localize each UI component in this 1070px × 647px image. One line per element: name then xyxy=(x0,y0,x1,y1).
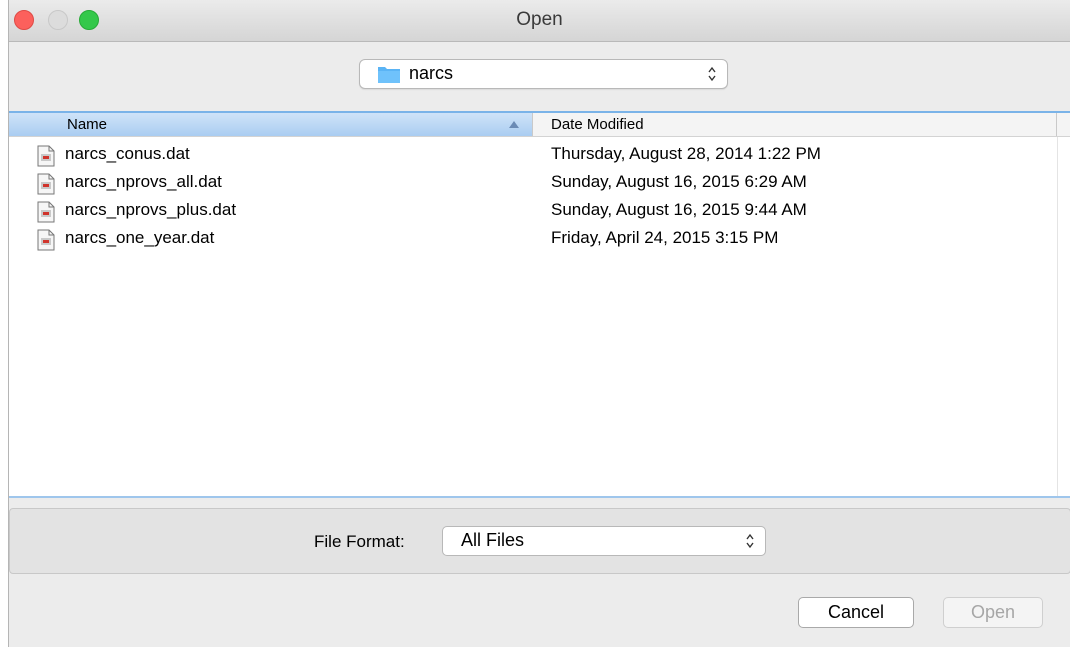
title-bar: Open xyxy=(9,0,1070,42)
file-row[interactable]: narcs_nprovs_all.dat Sunday, August 16, … xyxy=(9,169,1049,197)
file-format-value: All Files xyxy=(461,530,525,550)
folder-name: narcs xyxy=(409,63,454,83)
sort-ascending-icon xyxy=(509,121,519,128)
cancel-button[interactable]: Cancel xyxy=(798,597,914,628)
column-header-name[interactable]: Name xyxy=(9,113,533,136)
file-row[interactable]: narcs_conus.dat Thursday, August 28, 201… xyxy=(9,141,1049,169)
up-down-chevron-icon xyxy=(708,66,716,82)
open-dialog: Open narcs Name Date Modified narcs_conu… xyxy=(8,0,1070,647)
folder-icon xyxy=(378,67,400,83)
file-date-modified: Friday, April 24, 2015 3:15 PM xyxy=(551,228,779,247)
document-icon xyxy=(37,201,55,223)
document-icon xyxy=(37,173,55,195)
file-row[interactable]: narcs_one_year.dat Friday, April 24, 201… xyxy=(9,225,1049,253)
file-date-modified: Thursday, August 28, 2014 1:22 PM xyxy=(551,144,821,163)
document-icon xyxy=(37,229,55,251)
file-date-modified: Sunday, August 16, 2015 9:44 AM xyxy=(551,200,807,219)
file-format-label: File Format: xyxy=(314,532,405,551)
open-button[interactable]: Open xyxy=(943,597,1043,628)
file-name: narcs_one_year.dat xyxy=(65,228,215,247)
file-list[interactable]: Name Date Modified narcs_conus.dat Thurs… xyxy=(9,111,1070,498)
file-name: narcs_nprovs_plus.dat xyxy=(65,200,237,219)
folder-location-select[interactable]: narcs xyxy=(359,59,728,89)
vertical-scroll-track[interactable] xyxy=(1057,137,1058,496)
file-format-panel: File Format: All Files xyxy=(9,508,1070,574)
document-icon xyxy=(37,145,55,167)
column-header-date-label: Date Modified xyxy=(551,116,644,133)
file-name: narcs_nprovs_all.dat xyxy=(65,172,222,191)
file-format-select[interactable]: All Files xyxy=(442,526,766,556)
column-header-name-label: Name xyxy=(67,116,108,133)
file-list-header: Name Date Modified xyxy=(9,113,1070,137)
window-title: Open xyxy=(516,9,563,30)
file-row[interactable]: narcs_nprovs_plus.dat Sunday, August 16,… xyxy=(9,197,1049,225)
up-down-chevron-icon xyxy=(746,533,754,549)
file-date-modified: Sunday, August 16, 2015 6:29 AM xyxy=(551,172,807,191)
file-name: narcs_conus.dat xyxy=(65,144,190,163)
column-header-date-modified[interactable]: Date Modified xyxy=(533,113,1057,136)
